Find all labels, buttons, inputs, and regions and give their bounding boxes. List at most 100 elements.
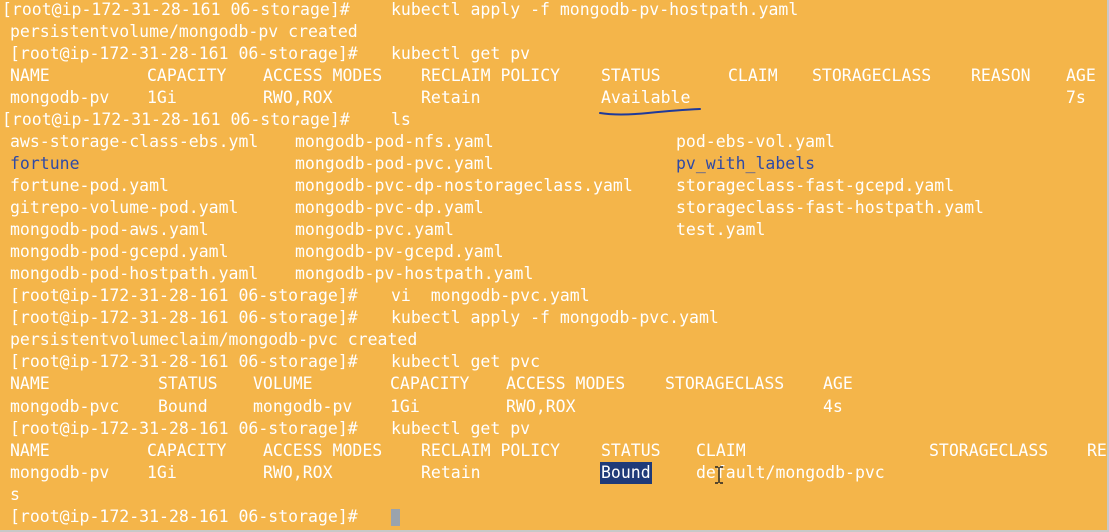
terminal-input-line[interactable]: [root@ip-172-31-28-161 06-storage]# (10, 506, 400, 528)
column-header: CLAIM (696, 441, 746, 460)
annotation-underline (599, 108, 701, 116)
pv-status-selected[interactable]: Bound (600, 462, 652, 484)
column-header: NAME (10, 441, 50, 460)
pv-table-header: NAME CAPACITY ACCESS MODES RECLAIM POLIC… (10, 440, 1107, 462)
pvc-status: Bound (158, 397, 208, 416)
shell-prompt: [root@ip-172-31-28-161 06-storage]# (10, 507, 358, 526)
pvc-name: mongodb-pvc (10, 397, 120, 416)
directory-name: pv_with_labels (676, 154, 816, 173)
column-header: CAPACITY (147, 441, 227, 460)
file-name: mongodb-pod-nfs.yaml (295, 132, 494, 151)
column-header: REASON (971, 66, 1031, 85)
file-name: mongodb-pvc-dp-nostorageclass.yaml (295, 176, 633, 195)
column-header: CAPACITY (390, 374, 470, 393)
column-header: AGE (1066, 66, 1096, 85)
command-text: kubectl apply -f mongodb-pvc.yaml (391, 308, 719, 327)
file-name: mongodb-pv-gcepd.yaml (295, 242, 504, 261)
pv-age: 7s (1066, 88, 1086, 107)
command-text: kubectl get pvc (391, 352, 541, 371)
file-name: storageclass-fast-hostpath.yaml (676, 198, 984, 217)
pvc-capacity: 1Gi (390, 397, 420, 416)
terminal-line: persistentvolume/mongodb-pv created (10, 21, 358, 43)
shell-prompt: [root@ip-172-31-28-161 06-storage]# (10, 352, 358, 371)
pv-access-modes: RWO,ROX (263, 88, 333, 107)
column-header: CAPACITY (147, 66, 227, 85)
list-item: mongodb-pod-hostpath.yaml mongodb-pv-hos… (10, 263, 533, 285)
file-name: mongodb-pod-hostpath.yaml (10, 264, 259, 283)
file-name: gitrepo-volume-pod.yaml (10, 198, 239, 217)
file-name: mongodb-pod-pvc.yaml (295, 154, 494, 173)
output-text: persistentvolume/mongodb-pv created (10, 22, 358, 41)
list-item: aws-storage-class-ebs.yml mongodb-pod-nf… (10, 131, 835, 153)
text-cursor-icon (715, 466, 723, 484)
command-text: kubectl apply -f mongodb-pv-hostpath.yam… (391, 0, 799, 19)
column-header: AGE (823, 374, 853, 393)
list-item: fortune-pod.yaml mongodb-pvc-dp-nostorag… (10, 175, 954, 197)
terminal-line: [root@ip-172-31-28-161 06-storage]# kube… (2, 0, 798, 21)
command-text: kubectl get pv (391, 419, 531, 438)
terminal-line: [root@ip-172-31-28-161 06-storage]# kube… (10, 307, 719, 329)
file-name: mongodb-pod-gcepd.yaml (10, 242, 229, 261)
text-cursor (391, 509, 400, 526)
file-name: mongodb-pvc-dp.yaml (295, 198, 484, 217)
list-item: mongodb-pod-aws.yaml mongodb-pvc.yaml te… (10, 219, 765, 241)
table-row: mongodb-pv 1Gi RWO,ROX Retain Available … (10, 87, 1086, 109)
pv-access-modes: RWO,ROX (263, 463, 333, 482)
terminal-line: [root@ip-172-31-28-161 06-storage]# kube… (10, 43, 530, 65)
pvc-volume: mongodb-pv (253, 397, 353, 416)
list-item: fortune mongodb-pod-pvc.yaml pv_with_lab… (10, 153, 815, 175)
pv-capacity: 1Gi (147, 463, 177, 482)
column-header: STATUS (601, 66, 661, 85)
column-header: STORAGECLASS (929, 441, 1049, 460)
output-text: persistentvolumeclaim/mongodb-pvc create… (10, 330, 418, 349)
file-name: storageclass-fast-gcepd.yaml (676, 176, 955, 195)
file-name: mongodb-pv-hostpath.yaml (295, 264, 534, 283)
column-header: STATUS (601, 441, 661, 460)
file-name: aws-storage-class-ebs.yml (10, 132, 259, 151)
table-row: mongodb-pvc Bound mongodb-pv 1Gi RWO,ROX… (10, 396, 843, 418)
column-header: ACCESS MODES (263, 66, 383, 85)
pv-name: mongodb-pv (10, 463, 110, 482)
pvc-age: 4s (823, 397, 843, 416)
pvc-table-header: NAME STATUS VOLUME CAPACITY ACCESS MODES… (10, 373, 853, 395)
command-text: vi mongodb-pvc.yaml (391, 286, 590, 305)
pv-capacity: 1Gi (147, 88, 177, 107)
column-header: STORAGECLASS (812, 66, 932, 85)
pv-table-header: NAME CAPACITY ACCESS MODES RECLAIM POLIC… (10, 65, 1096, 87)
column-header: RE (1087, 441, 1107, 460)
shell-prompt: [root@ip-172-31-28-161 06-storage]# (10, 419, 358, 438)
file-name: mongodb-pod-aws.yaml (10, 220, 209, 239)
file-name: pod-ebs-vol.yaml (676, 132, 835, 151)
column-header: ACCESS MODES (506, 374, 626, 393)
command-text: ls (391, 110, 411, 129)
column-header: STATUS (158, 374, 218, 393)
command-text: kubectl get pv (391, 44, 531, 63)
shell-prompt: [root@ip-172-31-28-161 06-storage]# (10, 286, 358, 305)
shell-prompt: [root@ip-172-31-28-161 06-storage]# (2, 110, 350, 129)
pv-reclaim-policy: Retain (421, 88, 481, 107)
table-row: mongodb-pv 1Gi RWO,ROX Retain Bound defa… (10, 462, 885, 484)
column-header: RECLAIM POLICY (421, 441, 561, 460)
column-header: NAME (10, 66, 50, 85)
list-item: gitrepo-volume-pod.yaml mongodb-pvc-dp.y… (10, 197, 984, 219)
list-item: mongodb-pod-gcepd.yaml mongodb-pv-gcepd.… (10, 241, 504, 263)
shell-prompt: [root@ip-172-31-28-161 06-storage]# (10, 44, 358, 63)
terminal-line: [root@ip-172-31-28-161 06-storage]# ls (2, 109, 411, 131)
file-name: test.yaml (676, 220, 766, 239)
column-header: RECLAIM POLICY (421, 66, 561, 85)
terminal-line: persistentvolumeclaim/mongodb-pvc create… (10, 329, 417, 351)
directory-name: fortune (10, 154, 80, 173)
terminal-line: [root@ip-172-31-28-161 06-storage]# kube… (10, 418, 530, 440)
pv-status: Available (601, 88, 691, 107)
file-name: mongodb-pvc.yaml (295, 220, 454, 239)
terminal-window[interactable]: [root@ip-172-31-28-161 06-storage]# kube… (0, 0, 1109, 532)
terminal-line: [root@ip-172-31-28-161 06-storage]# kube… (10, 351, 540, 373)
column-header: NAME (10, 374, 50, 393)
output-text: s (10, 485, 20, 504)
column-header: VOLUME (253, 374, 313, 393)
file-name: fortune-pod.yaml (10, 176, 169, 195)
pv-name: mongodb-pv (10, 88, 110, 107)
column-header: CLAIM (728, 66, 778, 85)
column-header: STORAGECLASS (665, 374, 785, 393)
shell-prompt: [root@ip-172-31-28-161 06-storage]# (10, 308, 358, 327)
